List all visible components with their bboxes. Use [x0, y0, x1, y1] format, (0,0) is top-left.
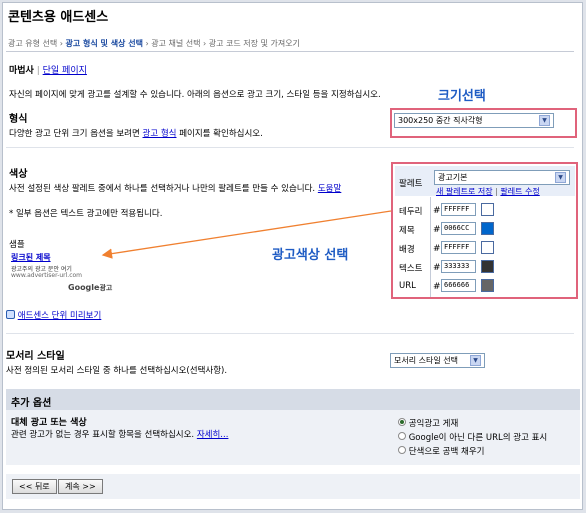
corner-style-title: 모서리 스타일 — [6, 351, 65, 362]
google-ads-logo: Google광고 — [68, 283, 113, 292]
page-title: 콘텐츠용 애드센스 — [8, 10, 109, 25]
additional-options-title: 추가 옵션 — [11, 398, 52, 409]
format-select[interactable]: 300x250 중간 직사각형 ▼ — [394, 113, 554, 128]
preview-icon — [6, 310, 15, 319]
radio-button[interactable] — [398, 446, 406, 454]
alternate-ads-desc: 관련 광고가 없는 경우 표시할 항목을 선택하십시오. 자세히... — [11, 430, 229, 440]
radio-button[interactable] — [398, 418, 406, 426]
colors-desc: 사전 설정된 색상 팔레트 중에서 하나를 선택하거나 나만의 팔레트를 만들 … — [9, 184, 342, 194]
divider — [6, 333, 574, 334]
single-page-link[interactable]: 단일 페이지 — [43, 66, 87, 76]
chevron-down-icon: ▼ — [470, 355, 481, 366]
palette-label: 팔레트 — [399, 179, 423, 189]
color-label: 배경 — [399, 245, 415, 255]
radio-button[interactable] — [398, 432, 406, 440]
continue-button[interactable]: 계속 >> — [58, 479, 103, 494]
color-label: 텍스트 — [399, 264, 423, 274]
palette-select[interactable]: 광고기본 ▼ — [434, 170, 570, 185]
divider — [6, 147, 574, 148]
alternate-ads-title: 대체 광고 또는 색상 — [11, 418, 87, 428]
alternate-option[interactable]: 단색으로 공백 채우기 — [398, 445, 485, 457]
annotation-arrow — [101, 210, 392, 259]
sample-label: 샘플 — [9, 240, 25, 250]
header-divider — [6, 51, 574, 52]
alternate-option[interactable]: 공익광고 게재 — [398, 417, 458, 429]
corner-style-desc: 사전 정의된 모서리 스타일 중 하나를 선택하십시오(선택사항). — [6, 366, 228, 376]
more-info-link[interactable]: 자세히... — [197, 430, 229, 440]
hash-symbol: # — [433, 244, 441, 254]
format-title: 형식 — [9, 114, 28, 125]
ad-formats-link[interactable]: 광고 형식 — [143, 129, 177, 139]
step-3: 광고 채널 선택 — [151, 39, 201, 48]
chevron-down-icon: ▼ — [539, 115, 550, 126]
color-hex-input[interactable]: 666666 — [441, 279, 476, 292]
color-label: 테두리 — [399, 207, 423, 217]
additional-options-header — [6, 389, 580, 410]
step-2-current: 광고 형식 및 색상 선택 — [65, 39, 143, 48]
alternate-option[interactable]: Google이 아닌 다른 URL의 광고 표시 — [398, 431, 547, 443]
hash-symbol: # — [433, 225, 441, 235]
palette-actions: 새 팔레트로 저장 | 팔레트 수정 — [436, 187, 540, 196]
hash-symbol: # — [433, 206, 441, 216]
breadcrumb: 광고 유형 선택 › 광고 형식 및 색상 선택 › 광고 채널 선택 › 광고… — [8, 39, 300, 48]
annotation-size-select: 크기선택 — [438, 89, 486, 104]
wizard-mode: 마법사 | 단일 페이지 — [9, 66, 87, 76]
color-hex-input[interactable]: 333333 — [441, 260, 476, 273]
wizard-intro: 자신의 페이지에 맞게 광고를 설계할 수 있습니다. 아래의 옵션으로 광고 … — [9, 90, 381, 100]
color-label: 제목 — [399, 226, 415, 236]
edit-palette-link[interactable]: 팔레트 수정 — [500, 187, 539, 196]
color-hex-input[interactable]: FFFFFF — [441, 203, 476, 216]
color-swatch[interactable] — [481, 203, 494, 216]
color-hex-input[interactable]: FFFFFF — [441, 241, 476, 254]
sample-ad-title[interactable]: 링크된 제목 — [11, 252, 51, 263]
palette-divider — [430, 197, 431, 297]
back-button[interactable]: << 뒤로 — [12, 479, 57, 494]
color-swatch[interactable] — [481, 241, 494, 254]
color-swatch[interactable] — [481, 260, 494, 273]
color-label: URL — [399, 281, 416, 291]
wizard-label: 마법사 — [9, 66, 34, 76]
chevron-down-icon: ▼ — [555, 172, 566, 183]
colors-title: 색상 — [9, 169, 28, 180]
corner-style-select[interactable]: 모서리 스타일 선택 ▼ — [390, 353, 485, 368]
help-link[interactable]: 도움말 — [318, 184, 341, 194]
preview-row: 애드센스 단위 미리보기 — [6, 309, 101, 321]
sample-ad-url: www.advertiser-url.com — [11, 272, 83, 279]
preview-link[interactable]: 애드센스 단위 미리보기 — [18, 311, 102, 321]
format-desc: 다양한 광고 단위 크기 옵션을 보려면 광고 형식 페이지를 확인하십시오. — [9, 129, 263, 139]
step-1: 광고 유형 선택 — [8, 39, 58, 48]
hash-symbol: # — [433, 263, 441, 273]
color-swatch[interactable] — [481, 222, 494, 235]
color-swatch[interactable] — [481, 279, 494, 292]
save-palette-link[interactable]: 새 팔레트로 저장 — [436, 187, 493, 196]
step-4: 광고 코드 저장 및 가져오기 — [208, 39, 300, 48]
hash-symbol: # — [433, 282, 441, 292]
color-hex-input[interactable]: 0066CC — [441, 222, 476, 235]
